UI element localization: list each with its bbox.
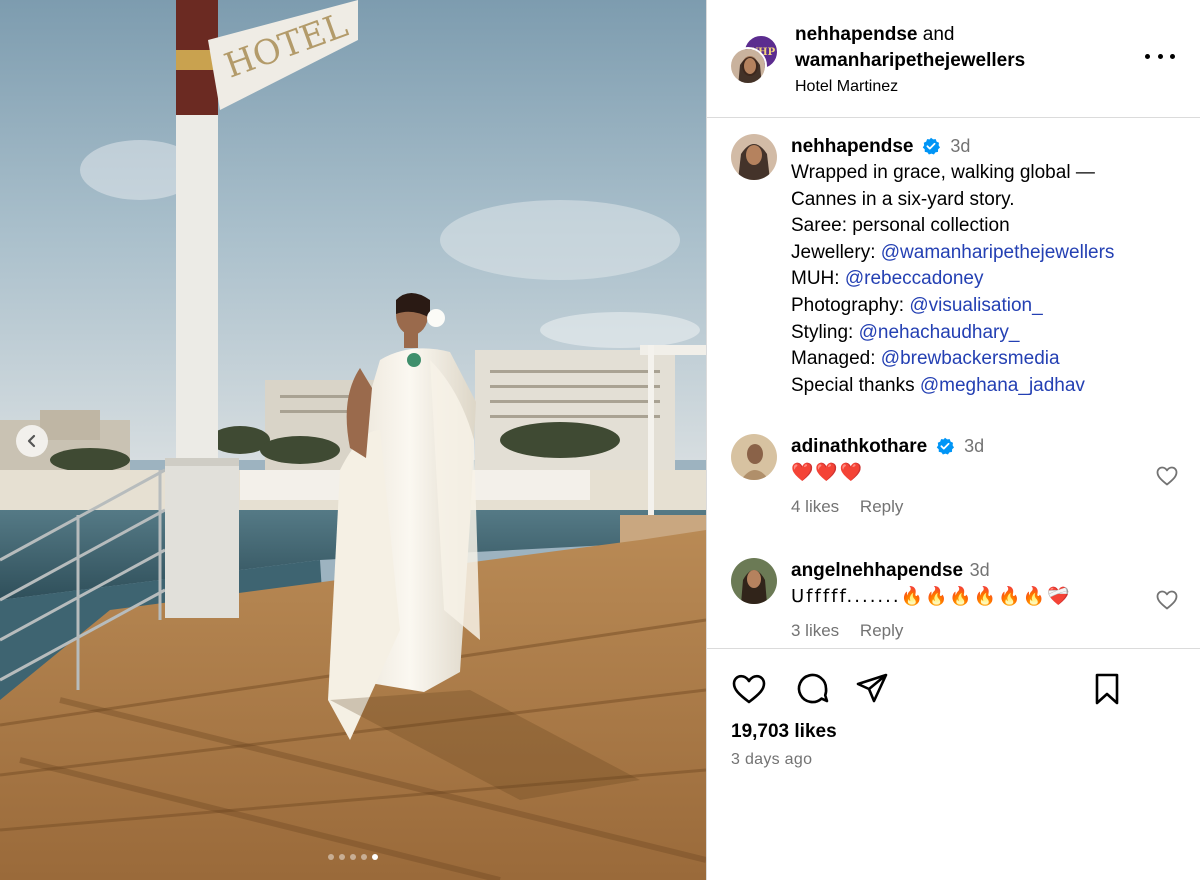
caption-line: Photography: @visualisation_ (791, 294, 1043, 316)
author-username[interactable]: nehhapendse (795, 24, 917, 45)
mention-link[interactable]: @rebeccadoney (845, 268, 984, 289)
carousel-dot (350, 854, 356, 860)
more-dot-icon (1170, 53, 1175, 59)
caption-text: Wrapped in grace, walking global — Canne… (791, 160, 1161, 399)
comment-likes-count[interactable]: 3 likes (791, 621, 839, 640)
carousel-dot-active (372, 854, 378, 860)
caption-line: Managed: @brewbackersmedia (791, 348, 1060, 370)
carousel-indicator (0, 854, 706, 860)
carousel-dot (328, 854, 334, 860)
like-heart-icon[interactable] (731, 671, 767, 707)
post-actions: 19,703 likes 3 days ago (707, 648, 1200, 880)
carousel-dot (339, 854, 345, 860)
caption-time[interactable]: 3d (950, 136, 970, 156)
verified-badge-icon (936, 437, 954, 455)
post-likes-count[interactable]: 19,703 likes (731, 721, 837, 743)
post-header-text: nehhapendse and wamanharipethejewellers … (795, 22, 1025, 100)
comment-body: adinathkothare 3d ❤️❤️❤️ 4 likes Reply (791, 434, 1161, 517)
caption-body: nehhapendse 3d Wrapped in grace, walking… (791, 134, 1161, 399)
post-timestamp[interactable]: 3 days ago (731, 751, 812, 769)
carousel-prev-button[interactable] (16, 425, 48, 457)
more-options-button[interactable] (1145, 46, 1175, 66)
verified-badge-icon (922, 137, 940, 155)
save-bookmark-icon[interactable] (1089, 671, 1125, 707)
post-photo-image: HOTEL (0, 0, 706, 880)
caption-line: Special thanks @meghana_jadhav (791, 374, 1085, 396)
post-photo[interactable]: HOTEL (0, 0, 706, 880)
location-link[interactable]: Hotel Martinez (795, 74, 1025, 100)
share-send-icon[interactable] (854, 671, 890, 707)
mention-link[interactable]: @brewbackersmedia (881, 348, 1060, 369)
like-comment-heart-icon[interactable] (1155, 464, 1179, 488)
comment-meta: 3 likes Reply (791, 621, 1161, 641)
comment-time[interactable]: 3d (964, 436, 984, 456)
comment-time[interactable]: 3d (970, 560, 990, 580)
commenter-avatar[interactable] (731, 558, 777, 604)
caption-line: Jewellery: @wamanharipethejewellers (791, 241, 1115, 263)
more-dot-icon (1145, 53, 1150, 59)
caption-line: Styling: @nehachaudhary_ (791, 321, 1020, 343)
mention-link[interactable]: @meghana_jadhav (920, 375, 1085, 396)
chevron-left-icon (27, 434, 36, 448)
comment-text: ❤️❤️❤️ (791, 462, 865, 483)
mention-link[interactable]: @nehachaudhary_ (859, 322, 1020, 343)
commenter-avatar[interactable] (731, 434, 777, 480)
comment-bubble-icon[interactable] (795, 671, 831, 707)
mention-link[interactable]: @visualisation_ (909, 295, 1042, 316)
commenter-avatar-image (731, 434, 777, 480)
comment-meta: 4 likes Reply (791, 497, 1161, 517)
comments-section[interactable]: nehhapendse 3d Wrapped in grace, walking… (707, 119, 1200, 647)
carousel-dot (361, 854, 367, 860)
caption-line: MUH: @rebeccadoney (791, 268, 984, 290)
post-side-panel: WHP nehhapendse and wamanharipethejewell… (706, 0, 1200, 880)
comment-text: Ufffff.......🔥🔥🔥🔥🔥🔥❤️‍🩹 (791, 586, 1072, 607)
caption-line: Cannes in a six-yard story. (791, 188, 1015, 210)
caption-avatar[interactable] (731, 134, 777, 180)
commenter-username[interactable]: adinathkothare (791, 436, 927, 457)
instagram-post-modal: HOTEL WHP nehhapendse and wamanharipethe… (0, 0, 1200, 880)
header-and-text: and (917, 24, 955, 45)
commenter-avatar-image (731, 558, 777, 604)
like-comment-heart-icon[interactable] (1155, 588, 1179, 612)
caption-avatar-image (731, 134, 777, 180)
caption-line: Saree: personal collection (791, 215, 1010, 237)
reply-button[interactable]: Reply (860, 621, 903, 640)
author-avatar-image (731, 49, 765, 83)
caption-username[interactable]: nehhapendse (791, 136, 913, 157)
post-header: WHP nehhapendse and wamanharipethejewell… (707, 0, 1200, 118)
collab-avatars[interactable]: WHP (729, 34, 785, 85)
reply-button[interactable]: Reply (860, 497, 903, 516)
author-avatar[interactable] (729, 47, 767, 85)
mention-link[interactable]: @wamanharipethejewellers (881, 242, 1115, 263)
commenter-username[interactable]: angelnehhapendse (791, 560, 963, 581)
comment-likes-count[interactable]: 4 likes (791, 497, 839, 516)
more-dot-icon (1157, 53, 1163, 59)
collaborator-username[interactable]: wamanharipethejewellers (795, 48, 1025, 74)
caption-line: Wrapped in grace, walking global — (791, 162, 1095, 183)
comment-body: angelnehhapendse 3d Ufffff.......🔥🔥🔥🔥🔥🔥❤… (791, 558, 1161, 641)
